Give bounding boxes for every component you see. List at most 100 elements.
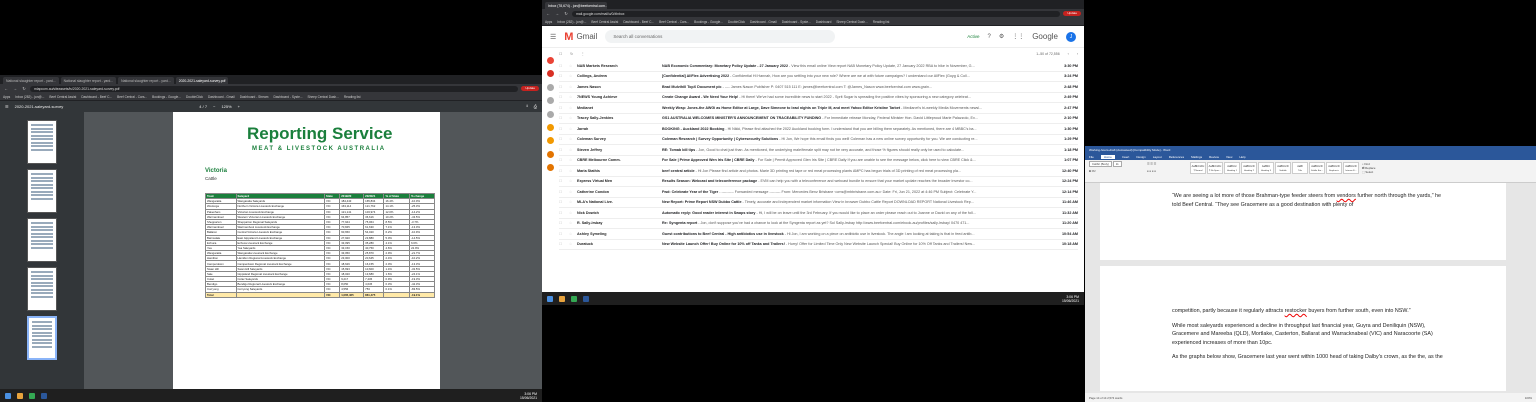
bookmark[interactable]: Apps xyxy=(545,20,552,24)
label-icon[interactable] xyxy=(547,123,554,131)
star-icon[interactable]: ☆ xyxy=(569,242,577,246)
status-indicator[interactable]: Active xyxy=(967,34,979,39)
clock[interactable]: 3:06 PM 15/06/2021 xyxy=(1062,295,1079,303)
page-thumbnail[interactable] xyxy=(27,267,57,311)
star-icon[interactable]: ☆ xyxy=(569,106,577,110)
star-icon[interactable]: ☆ xyxy=(569,211,577,215)
taskbar-app-icon[interactable] xyxy=(17,392,23,399)
flagged-word[interactable]: restocker xyxy=(1285,308,1307,314)
page-thumbnail[interactable] xyxy=(27,218,57,262)
ribbon-tab[interactable]: File xyxy=(1089,155,1094,159)
mail-row[interactable]: ☐ ☆ CBRE Melbourne Comm. For Sale | Prime A… xyxy=(559,156,1078,166)
update-button[interactable]: Update xyxy=(1063,11,1081,16)
row-checkbox[interactable]: ☐ xyxy=(559,85,569,89)
update-button[interactable]: Update xyxy=(521,86,539,91)
font-size-select[interactable]: 11 xyxy=(1112,161,1122,167)
mail-row[interactable]: ☐ ☆ Nick Dowich Automatic reply: Good reade… xyxy=(559,208,1078,219)
bookmark[interactable]: Dashboard - Beef C... xyxy=(623,20,654,24)
mail-row[interactable]: ☐ ☆ R. Sally-lrsbay Re: Syngenta report - J… xyxy=(559,219,1078,229)
page-indicator[interactable]: 4 / 7 xyxy=(199,104,207,109)
browser-tab[interactable]: National slaughter report - yard... xyxy=(60,77,117,84)
bookmark[interactable]: Dashboard - Syste... xyxy=(273,95,302,99)
star-icon[interactable]: ☆ xyxy=(569,158,577,162)
ribbon-tab[interactable]: References xyxy=(1169,155,1184,159)
browser-tab-active[interactable]: 2020-2021-saleyard-survey.pdf xyxy=(175,77,229,84)
row-checkbox[interactable]: ☐ xyxy=(559,106,569,110)
forward-icon[interactable]: → xyxy=(12,86,18,91)
star-icon[interactable]: ☆ xyxy=(569,137,577,141)
start-icon[interactable] xyxy=(547,295,553,302)
menu-icon[interactable]: ☰ xyxy=(5,104,9,109)
mail-row[interactable]: ☐ ☆ 7NEWS Young Achieve Create Change Award… xyxy=(559,93,1078,103)
bookmark[interactable]: Bookings - Google... xyxy=(694,20,723,24)
clock[interactable]: 3:06 PM 15/06/2021 xyxy=(520,392,537,400)
ribbon-tab[interactable]: Mailings xyxy=(1191,155,1202,159)
sent-icon[interactable] xyxy=(547,110,554,118)
row-checkbox[interactable]: ☐ xyxy=(559,127,569,131)
row-checkbox[interactable]: ☐ xyxy=(559,221,569,225)
ribbon-tab[interactable]: Review xyxy=(1209,155,1219,159)
style-preset[interactable]: AaBI Title xyxy=(1292,162,1308,174)
mail-row[interactable]: ☐ ☆ Catherine Condon Fwd: Celebrate Year of… xyxy=(559,187,1078,198)
paragraph[interactable]: As the graphs below show, Gracemere last… xyxy=(1172,353,1444,362)
ribbon-tab-selected[interactable]: Home xyxy=(1100,154,1115,159)
next-page-icon[interactable]: › xyxy=(1077,52,1078,56)
mail-row[interactable]: ☐ ☆ Medianet Weekly Wrap: Jones-the AWGi as… xyxy=(559,103,1078,114)
zoom-out-icon[interactable]: − xyxy=(213,104,215,109)
star-icon[interactable]: ☆ xyxy=(569,64,577,68)
bookmark[interactable]: DoubleClick xyxy=(728,20,745,24)
ribbon-tab[interactable]: Help xyxy=(1239,155,1245,159)
browser-tab[interactable]: National slaughter report - yard... xyxy=(118,77,174,84)
browser-tab-active[interactable]: Inbox (78,674) - jon@beefcentral.com... xyxy=(545,2,607,9)
bookmark[interactable]: DoubleClick xyxy=(186,95,203,99)
row-checkbox[interactable]: ☐ xyxy=(559,242,569,246)
mail-row[interactable]: ☐ ☆ Tracey Sally-Jenkins GS1 AUSTRALIA WELC… xyxy=(559,114,1078,124)
ribbon-tab[interactable]: View xyxy=(1226,155,1232,159)
row-checkbox[interactable]: ☐ xyxy=(559,169,569,173)
help-icon[interactable]: ? xyxy=(987,34,990,40)
paragraph[interactable]: While most saleyards experienced a decli… xyxy=(1172,322,1444,348)
style-preset[interactable]: AaBbC Heading 3 xyxy=(1258,162,1274,174)
row-checkbox[interactable]: ☐ xyxy=(559,190,569,194)
bookmark[interactable]: Beef Central Assist xyxy=(591,20,618,24)
mail-row[interactable]: ☐ ☆ Jarrah BOOKING - Auckland 2022 Booking … xyxy=(559,124,1078,135)
select-icon[interactable]: ⬚ Select xyxy=(1362,170,1384,174)
row-checkbox[interactable]: ☐ xyxy=(559,148,569,152)
ribbon-tab[interactable]: Layout xyxy=(1153,155,1162,159)
reload-icon[interactable]: ↻ xyxy=(21,86,27,91)
forward-icon[interactable]: → xyxy=(554,11,560,16)
row-checkbox[interactable]: ☐ xyxy=(559,211,569,215)
star-icon[interactable]: ☆ xyxy=(569,221,577,225)
reading-list[interactable]: Reading list xyxy=(344,95,361,99)
star-icon[interactable]: ☆ xyxy=(569,95,577,99)
ribbon-tab[interactable]: Insert xyxy=(1122,155,1130,159)
refresh-icon[interactable]: ↻ xyxy=(570,52,573,56)
select-all-checkbox[interactable]: ☐ xyxy=(559,52,562,56)
mail-row[interactable]: ☐ ☆ James Nason Brad Mulvihill TopX Documen… xyxy=(559,82,1078,93)
row-checkbox[interactable]: ☐ xyxy=(559,179,569,183)
taskbar-app-icon[interactable] xyxy=(559,295,565,302)
document-area[interactable]: “We are seeing a lot more of those Brahm… xyxy=(1100,183,1506,393)
bookmark[interactable]: Beef Central Assist xyxy=(49,95,76,99)
star-icon[interactable]: ☆ xyxy=(569,169,577,173)
taskbar-app-icon[interactable] xyxy=(583,295,589,302)
prev-page-icon[interactable]: ‹ xyxy=(1068,52,1069,56)
mail-row[interactable]: ☐ ☆ Steven Jeffrey RE: Tomab bill tips - Jo… xyxy=(559,145,1078,156)
zoom-level[interactable]: 100% xyxy=(1525,396,1532,400)
bookmark[interactable]: Beef Central - Cars... xyxy=(117,95,147,99)
mail-row[interactable]: ☐ ☆ Coleman Survey Coleman Research | Surve… xyxy=(559,135,1078,145)
font-name-select[interactable]: Calibri (Body) xyxy=(1089,161,1112,167)
row-checkbox[interactable]: ☐ xyxy=(559,95,569,99)
gmail-logo[interactable]: M Gmail xyxy=(564,31,597,43)
bookmark[interactable]: Beef Central - Cars... xyxy=(659,20,689,24)
bookmark[interactable]: Sheep Central Dash... xyxy=(308,95,339,99)
row-checkbox[interactable]: ☐ xyxy=(559,64,569,68)
bookmark[interactable]: Dashboard - Beef C... xyxy=(81,95,112,99)
taskbar-app-icon[interactable] xyxy=(29,392,35,399)
flagged-word[interactable]: vendors xyxy=(1337,193,1356,199)
mail-row[interactable]: ☐ ☆ Maria Stathis beef central article - Hi… xyxy=(559,166,1078,177)
taskbar-app-icon[interactable] xyxy=(571,295,577,302)
page-thumbnail[interactable] xyxy=(27,169,57,213)
more-icon[interactable]: ⋮ xyxy=(581,52,585,56)
inbox-icon[interactable] xyxy=(547,70,554,78)
